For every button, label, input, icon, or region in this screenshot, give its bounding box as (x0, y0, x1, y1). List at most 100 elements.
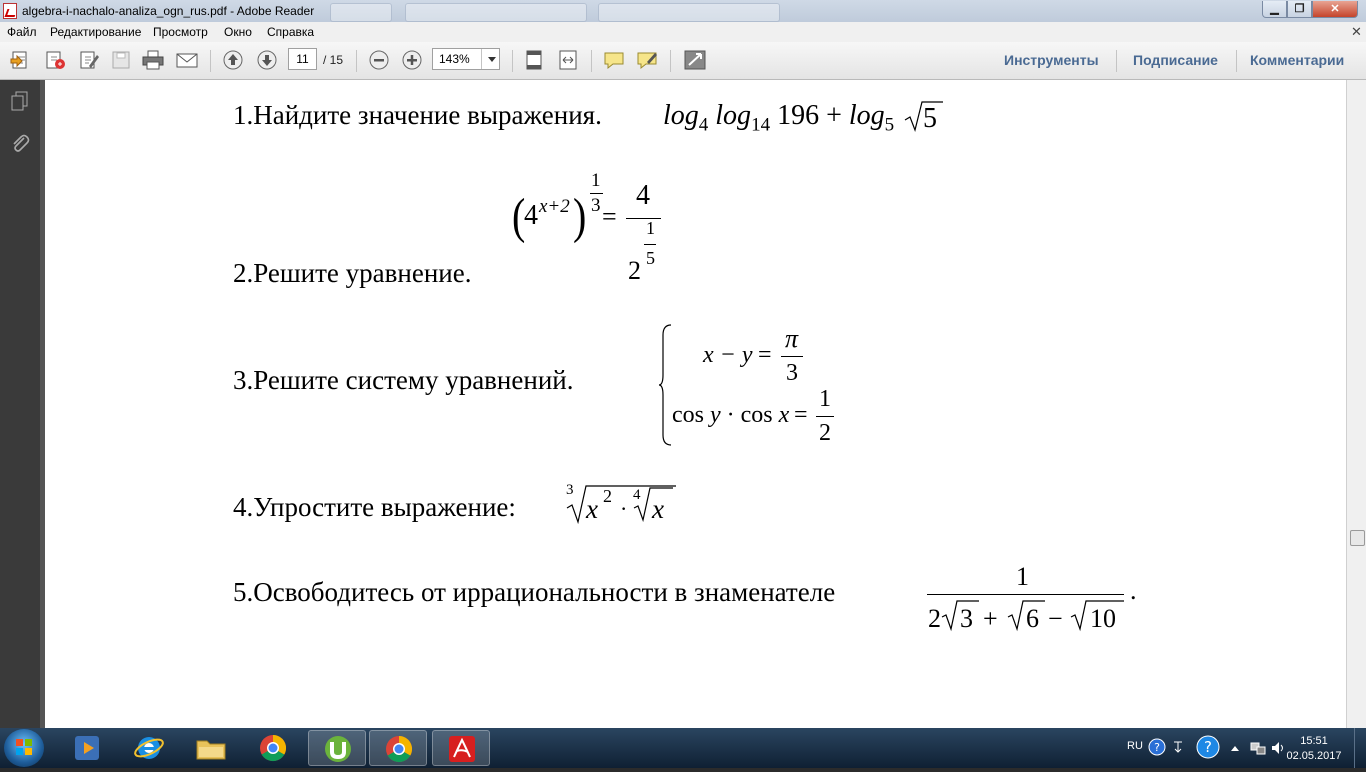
svg-text:?: ? (1154, 741, 1160, 754)
sys-eq1-lhs: x − y (703, 342, 753, 368)
language-indicator[interactable]: RU (1127, 740, 1143, 752)
menu-edit[interactable]: Редактирование (50, 25, 141, 39)
zoom-select[interactable]: 143% (432, 48, 500, 70)
q5-sqrt-6: 6 (1026, 604, 1039, 633)
minimize-button[interactable]: ▁ (1262, 1, 1287, 18)
print-button[interactable] (141, 49, 165, 71)
close-document-icon[interactable]: ✕ (1351, 24, 1362, 40)
close-button[interactable]: ✕ (1312, 1, 1358, 18)
next-page-button[interactable] (255, 49, 279, 71)
chrome-icon (386, 735, 413, 763)
chrome-icon (260, 734, 287, 762)
q4-dot: · (620, 496, 628, 521)
q5-den-coeff: 2 (928, 604, 941, 633)
edit-pdf-button[interactable] (77, 49, 101, 71)
zoom-out-button[interactable] (367, 49, 391, 71)
sqrt-radicand: 5 (923, 103, 937, 134)
clock-time[interactable]: 15:51 (1290, 735, 1338, 747)
highlight-button[interactable] (635, 49, 659, 71)
paren-close: ) (573, 187, 587, 244)
full-screen-button[interactable] (683, 49, 707, 71)
scrollbar-thumb[interactable] (1350, 530, 1365, 546)
show-hidden-icons[interactable] (1230, 743, 1240, 753)
sys-eq2-num: 1 (819, 386, 831, 412)
taskbar-adobe-reader[interactable] (432, 730, 490, 766)
eq2-equals: = (602, 202, 617, 231)
support-icon[interactable]: ? (1196, 735, 1220, 759)
sys-eq2-equals: = (794, 402, 808, 428)
q5-fraction-line (927, 594, 1124, 595)
title-bar: algebra-i-nachalo-analiza_ogn_rus.pdf - … (0, 0, 1366, 22)
question-3-text: 3.Решите систему уравнений. (233, 365, 574, 395)
show-desktop-button[interactable] (1354, 728, 1366, 768)
network-icon[interactable] (1250, 740, 1266, 756)
zoom-value: 143% (439, 52, 470, 66)
open-button[interactable] (9, 49, 33, 71)
adobe-reader-icon (449, 736, 475, 762)
rhs-fraction-line (626, 218, 661, 219)
taskbar-internet-explorer[interactable] (120, 730, 178, 766)
media-player-icon (75, 736, 99, 760)
chevron-down-icon[interactable] (481, 49, 501, 69)
taskbar-chrome-2[interactable] (369, 730, 427, 766)
q5-plus: + (983, 604, 998, 633)
internet-explorer-icon (134, 737, 164, 759)
tools-pane-button[interactable]: Инструменты (1004, 52, 1099, 68)
fit-page-button[interactable] (522, 49, 546, 71)
maximize-button[interactable]: ❐ (1287, 1, 1312, 18)
sys-eq1-num: π (785, 324, 799, 353)
document-page: 1.Найдите значение выражения. log4 log14… (45, 80, 1346, 728)
taskbar-explorer[interactable] (182, 730, 240, 766)
sys-eq1-den: 3 (786, 360, 798, 386)
fit-width-button[interactable] (556, 49, 580, 71)
previous-page-button[interactable] (221, 49, 245, 71)
sys-eq2-lhs: cos y · cos x (672, 402, 790, 428)
sign-pane-button[interactable]: Подписание (1133, 52, 1218, 68)
help-icon[interactable]: ? (1148, 738, 1166, 756)
taskbar: RU ? ? 15:51 02.05.2017 (0, 728, 1366, 768)
start-button[interactable] (4, 729, 44, 767)
page-thumbnails-icon[interactable] (9, 90, 31, 112)
zoom-in-button[interactable] (400, 49, 424, 71)
restore-icon: ❐ (1294, 3, 1305, 15)
question-1-text: 1.Найдите значение выражения. (233, 100, 602, 130)
background-window-tab[interactable] (405, 3, 587, 22)
taskbar-utorrent[interactable] (308, 730, 366, 766)
sys-eq1-equals: = (758, 342, 772, 368)
menu-file[interactable]: Файл (7, 25, 37, 39)
clock-date[interactable]: 02.05.2017 (1284, 750, 1344, 762)
create-pdf-button[interactable] (43, 49, 67, 71)
comments-pane-button[interactable]: Комментарии (1250, 52, 1344, 68)
close-icon: ✕ (1330, 3, 1340, 15)
taskbar-media-player[interactable] (58, 730, 116, 766)
save-button[interactable] (109, 49, 133, 71)
outer-exp-den: 3 (591, 195, 601, 216)
q5-sqrt-10: 10 (1090, 604, 1116, 633)
q5-numerator: 1 (1016, 562, 1029, 591)
background-window-tab[interactable] (330, 3, 392, 22)
rhs-numerator: 4 (636, 180, 650, 211)
keyboard-layout-icon[interactable] (1172, 738, 1184, 756)
menu-view[interactable]: Просмотр (153, 25, 208, 39)
utorrent-icon (325, 736, 351, 762)
outer-exp-line (590, 193, 603, 194)
page-number-input[interactable]: 11 (288, 48, 317, 70)
eq2-exponent: x+2 (539, 196, 570, 217)
rhs-exp-den: 5 (646, 248, 655, 268)
rhs-exp-num: 1 (646, 218, 655, 238)
navigation-pane (0, 80, 40, 728)
vertical-scrollbar[interactable] (1346, 80, 1366, 728)
comment-button[interactable] (602, 49, 626, 71)
attachments-icon[interactable] (9, 132, 31, 154)
menu-help[interactable]: Справка (267, 25, 314, 39)
folder-icon (196, 740, 226, 760)
taskbar-chrome-1[interactable] (244, 730, 302, 766)
email-button[interactable] (175, 49, 199, 71)
q5-minus: − (1048, 604, 1063, 633)
question-5-text: 5.Освободитесь от иррациональности в зна… (233, 577, 836, 607)
rhs-exp-line (644, 244, 656, 245)
page-total: / 15 (323, 53, 344, 67)
background-window-tab[interactable] (598, 3, 780, 22)
menu-window[interactable]: Окно (224, 25, 252, 39)
rhs-den-base: 2 (628, 256, 641, 285)
